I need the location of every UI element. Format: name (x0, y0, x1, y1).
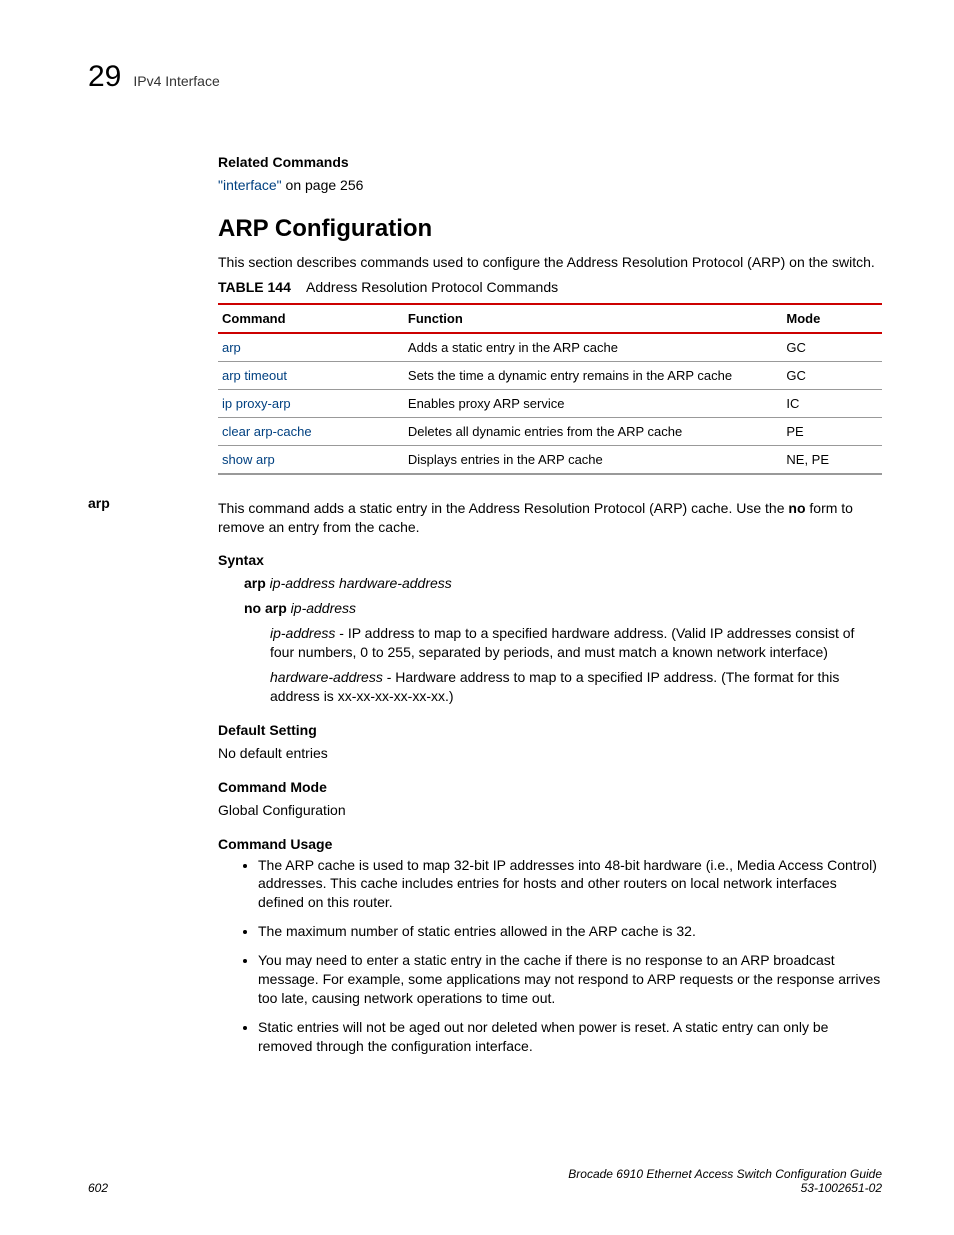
command-mode-text: Global Configuration (218, 801, 882, 820)
cell-func: Adds a static entry in the ARP cache (404, 333, 782, 362)
syntax-line-1: arp ip-address hardware-address (244, 574, 882, 593)
cell-mode: GC (782, 361, 882, 389)
command-usage-heading: Command Usage (218, 836, 882, 852)
intro-paragraph: This section describes commands used to … (218, 253, 882, 272)
commands-table: Command Function Mode arp Adds a static … (218, 303, 882, 475)
cell-mode: PE (782, 417, 882, 445)
syntax2-args: ip-address (287, 600, 356, 616)
arp-side-label: arp (88, 493, 218, 511)
page-container: 29 IPv4 Interface Related Commands "inte… (0, 0, 954, 1235)
cmd-link-ip-proxy-arp[interactable]: ip proxy-arp (222, 396, 291, 411)
usage-bullet: Static entries will not be aged out nor … (258, 1018, 882, 1056)
cmd-link-arp-timeout[interactable]: arp timeout (222, 368, 287, 383)
cmd-link-clear-arp-cache[interactable]: clear arp-cache (222, 424, 312, 439)
syntax2-cmd: no arp (244, 600, 287, 616)
footer-doc-title: Brocade 6910 Ethernet Access Switch Conf… (568, 1167, 882, 1181)
th-command: Command (218, 304, 404, 333)
table-row: arp Adds a static entry in the ARP cache… (218, 333, 882, 362)
cell-mode: NE, PE (782, 445, 882, 474)
param-ip-address: ip-address - IP address to map to a spec… (270, 624, 882, 662)
table-row: ip proxy-arp Enables proxy ARP service I… (218, 389, 882, 417)
cell-func: Enables proxy ARP service (404, 389, 782, 417)
default-setting-heading: Default Setting (218, 722, 882, 738)
cmd-link-arp[interactable]: arp (222, 340, 241, 355)
default-setting-text: No default entries (218, 744, 882, 763)
param2-name: hardware-address (270, 669, 383, 685)
related-suffix: on page 256 (282, 177, 364, 193)
page-footer: 602 Brocade 6910 Ethernet Access Switch … (88, 1167, 882, 1195)
syntax1-cmd: arp (244, 575, 266, 591)
running-header: 29 IPv4 Interface (88, 60, 882, 94)
table-caption-row: TABLE 144 Address Resolution Protocol Co… (218, 278, 882, 297)
usage-bullet: The ARP cache is used to map 32-bit IP a… (258, 856, 882, 913)
command-mode-heading: Command Mode (218, 779, 882, 795)
table-row: show arp Displays entries in the ARP cac… (218, 445, 882, 474)
arp-section: arp This command adds a static entry in … (218, 493, 882, 1066)
table-caption: Address Resolution Protocol Commands (306, 279, 558, 295)
usage-bullet: The maximum number of static entries all… (258, 922, 882, 941)
section-heading: ARP Configuration (218, 215, 882, 243)
main-content: Related Commands "interface" on page 256… (218, 154, 882, 1066)
syntax-line-2: no arp ip-address (244, 599, 882, 618)
arp-description: This command adds a static entry in the … (218, 499, 882, 537)
cell-mode: IC (782, 389, 882, 417)
chapter-title: IPv4 Interface (133, 73, 219, 89)
table-number: TABLE 144 (218, 278, 291, 297)
footer-page-number: 602 (88, 1181, 108, 1195)
usage-list: The ARP cache is used to map 32-bit IP a… (218, 856, 882, 1056)
syntax1-args: ip-address hardware-address (266, 575, 452, 591)
param-hardware-address: hardware-address - Hardware address to m… (270, 668, 882, 706)
param1-name: ip-address (270, 625, 335, 641)
th-function: Function (404, 304, 782, 333)
table-row: arp timeout Sets the time a dynamic entr… (218, 361, 882, 389)
param1-text: - IP address to map to a specified hardw… (270, 625, 854, 660)
chapter-number: 29 (88, 60, 121, 94)
interface-link[interactable]: "interface" (218, 177, 282, 193)
desc-pre: This command adds a static entry in the … (218, 500, 788, 516)
table-row: clear arp-cache Deletes all dynamic entr… (218, 417, 882, 445)
usage-bullet: You may need to enter a static entry in … (258, 951, 882, 1008)
arp-body: This command adds a static entry in the … (218, 493, 882, 1066)
footer-doc-number: 53-1002651-02 (568, 1181, 882, 1195)
desc-no: no (788, 500, 805, 516)
cell-func: Deletes all dynamic entries from the ARP… (404, 417, 782, 445)
footer-doc-info: Brocade 6910 Ethernet Access Switch Conf… (568, 1167, 882, 1195)
th-mode: Mode (782, 304, 882, 333)
related-commands-heading: Related Commands (218, 154, 882, 170)
cell-func: Displays entries in the ARP cache (404, 445, 782, 474)
cmd-link-show-arp[interactable]: show arp (222, 452, 275, 467)
cell-func: Sets the time a dynamic entry remains in… (404, 361, 782, 389)
syntax-heading: Syntax (218, 552, 882, 568)
cell-mode: GC (782, 333, 882, 362)
related-commands-line: "interface" on page 256 (218, 176, 882, 195)
